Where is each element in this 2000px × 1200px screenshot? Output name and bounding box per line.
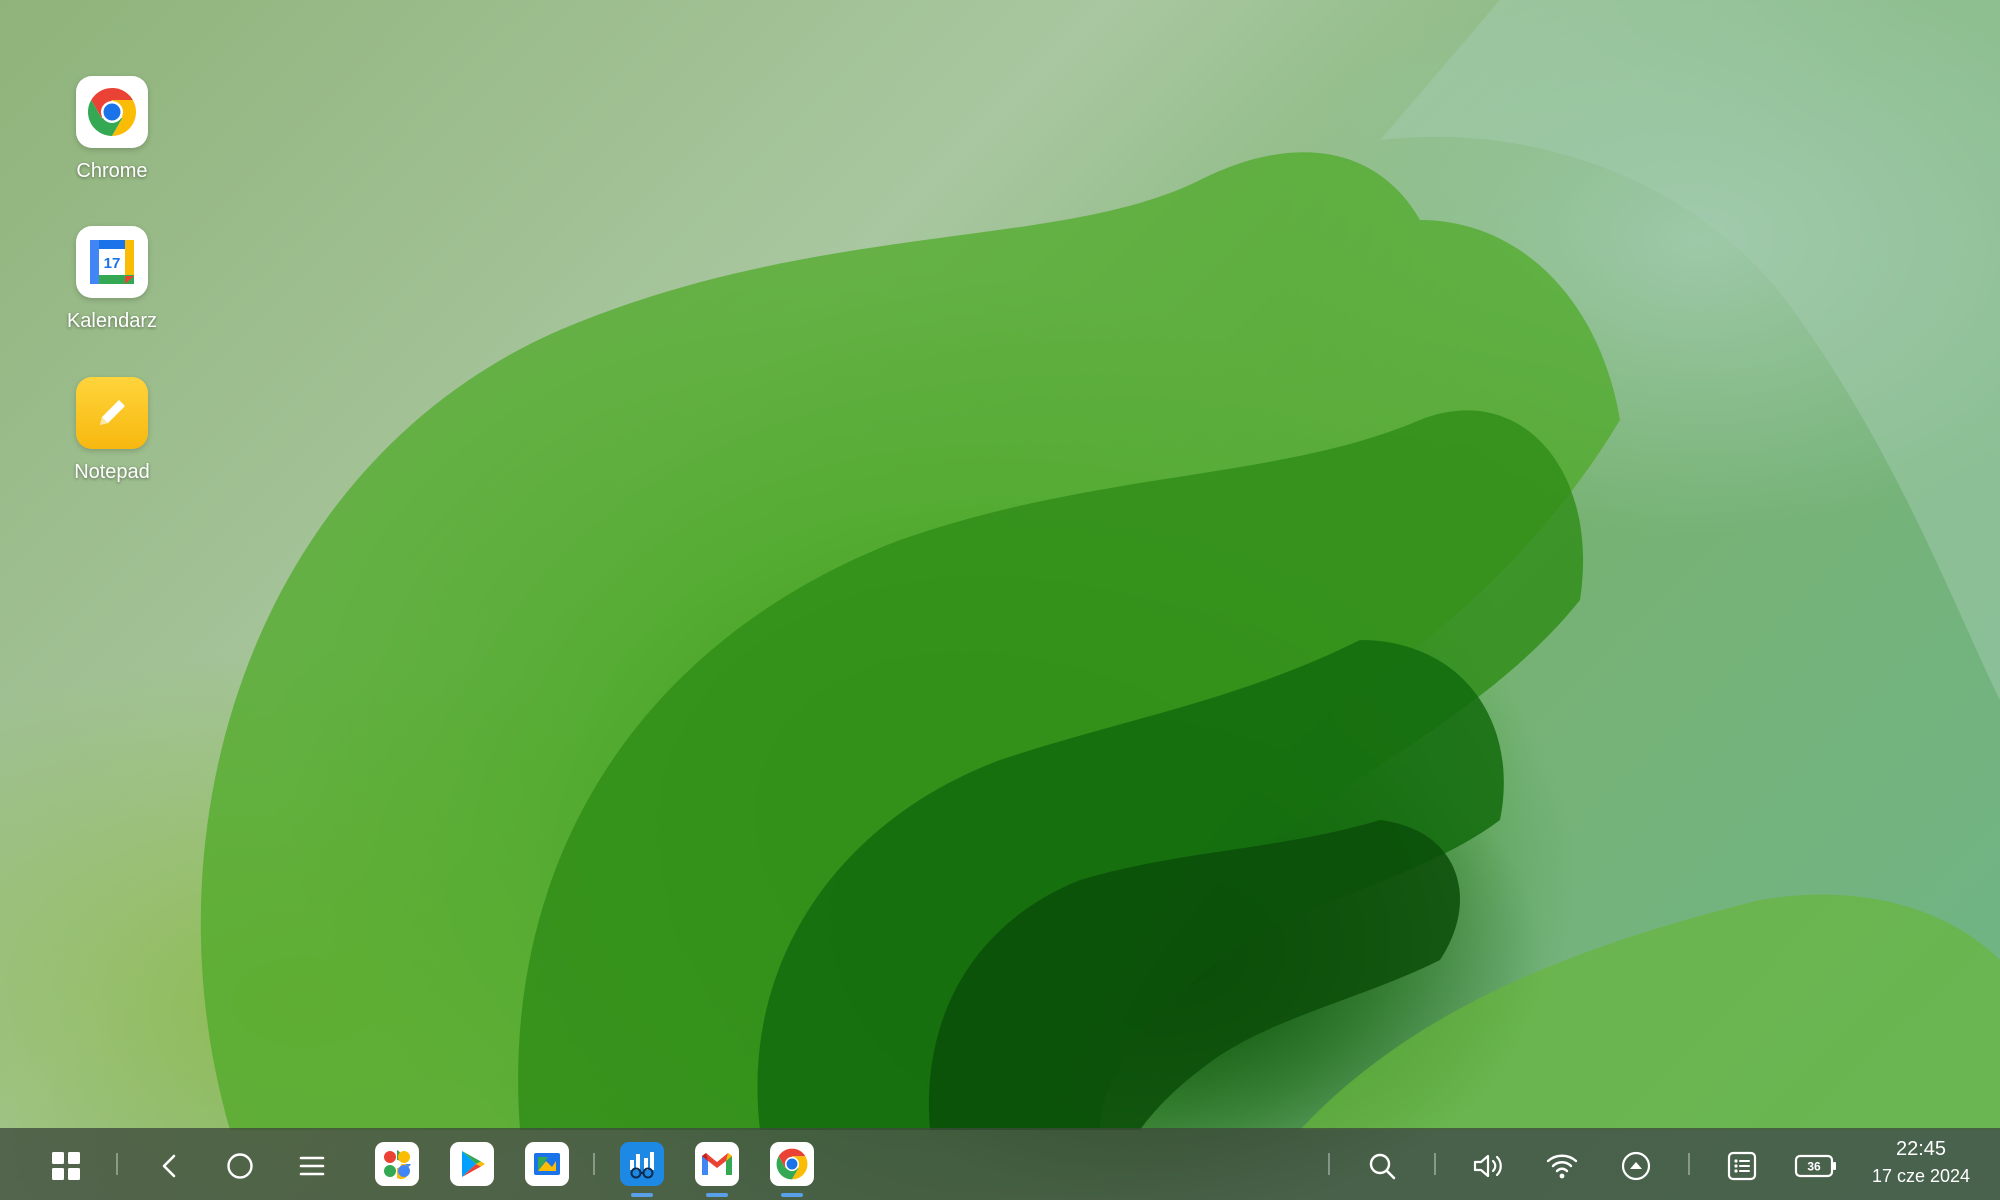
gmail-icon: [702, 1153, 732, 1175]
wifi-button[interactable]: [1540, 1146, 1584, 1186]
stats-glasses-icon: [630, 1152, 654, 1179]
desktop-icon-notepad[interactable]: Notepad: [37, 377, 187, 484]
taskbar-app-play-store[interactable]: [450, 1142, 494, 1186]
recents-button[interactable]: [292, 1146, 332, 1186]
desktop-icon-label: Chrome: [76, 160, 148, 182]
back-icon: [162, 1154, 176, 1178]
home-button[interactable]: [220, 1146, 260, 1186]
desktop-icon-label: Kalendarz: [66, 310, 158, 332]
volume-button[interactable]: [1466, 1146, 1510, 1186]
quick-settings-button[interactable]: [1616, 1146, 1656, 1186]
app-grid-icon: [52, 1152, 80, 1180]
desktop-icon-label: Notepad: [74, 461, 150, 483]
taskbar-divider: [1328, 1153, 1330, 1175]
taskbar-divider: [1688, 1153, 1690, 1175]
taskbar-app-chrome[interactable]: [770, 1142, 814, 1186]
play-store-icon: [462, 1151, 485, 1177]
taskbar-divider: [116, 1153, 118, 1175]
running-indicator: [781, 1193, 803, 1197]
taskbar-app-gmail[interactable]: [695, 1142, 739, 1186]
back-button[interactable]: [150, 1146, 190, 1186]
battery-indicator[interactable]: 36: [1792, 1146, 1840, 1186]
running-indicator: [631, 1193, 653, 1197]
taskbar-divider: [1434, 1153, 1436, 1175]
clock-time: 22:45: [1895, 1138, 1947, 1160]
notification-list-icon: [1727, 1151, 1757, 1181]
taskbar-app-files[interactable]: [525, 1142, 569, 1186]
search-button[interactable]: [1362, 1146, 1402, 1186]
wallpaper: [0, 0, 2000, 1200]
clock-date: 17 cze 2024: [1871, 1166, 1971, 1186]
taskbar-divider: [593, 1153, 595, 1175]
chevron-up-circle-icon: [1621, 1151, 1651, 1181]
home-circle-icon: [227, 1153, 253, 1179]
chrome-icon: [76, 76, 148, 148]
volume-icon: [1473, 1154, 1502, 1178]
menu-lines-icon: [299, 1156, 325, 1176]
battery-level: 36: [1807, 1160, 1821, 1174]
search-icon: [1369, 1153, 1396, 1180]
taskbar-app-photos[interactable]: [375, 1142, 419, 1186]
chrome-icon: [776, 1148, 808, 1180]
running-indicator: [706, 1193, 728, 1197]
app-grid-button[interactable]: [46, 1146, 86, 1186]
files-icon: [534, 1153, 560, 1175]
wifi-icon: [1546, 1154, 1578, 1179]
taskbar-app-task-manager[interactable]: [620, 1142, 664, 1186]
notepad-icon: [76, 377, 148, 449]
battery-icon: 36: [1794, 1154, 1836, 1178]
notifications-button[interactable]: [1722, 1146, 1762, 1186]
clock[interactable]: 22:45 17 cze 2024: [1856, 1136, 1986, 1188]
desktop-icon-kalendarz[interactable]: 17 Kalendarz: [37, 226, 187, 333]
calendar-day: 17: [104, 255, 121, 272]
calendar-icon: 17: [76, 226, 148, 298]
photos-icon: [384, 1150, 411, 1180]
desktop-icon-chrome[interactable]: Chrome: [37, 76, 187, 183]
